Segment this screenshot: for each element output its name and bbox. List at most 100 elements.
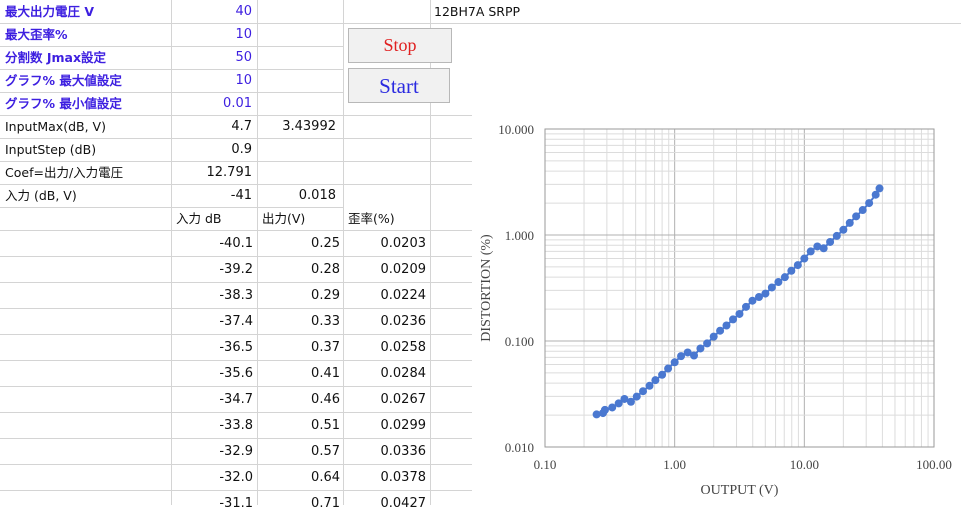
data-point xyxy=(800,254,809,263)
param-value[interactable]: 40 xyxy=(172,1,254,23)
table-cell[interactable]: 0.0267 xyxy=(344,387,427,413)
table-cell[interactable]: 0.0299 xyxy=(344,413,427,439)
table-cell[interactable]: -32.0 xyxy=(172,465,253,491)
data-point xyxy=(722,321,731,330)
chart-title-cell[interactable]: 12BH7A SRPP xyxy=(434,1,520,23)
info-value-secondary[interactable]: 0.018 xyxy=(258,185,338,207)
table-row: -40.1 0.25 0.0203 xyxy=(0,231,473,257)
param-value[interactable]: 50 xyxy=(172,47,254,69)
table-column-header: 歪率(%) xyxy=(348,211,395,226)
info-value-secondary[interactable]: 3.43992 xyxy=(258,116,338,138)
stop-button[interactable]: Stop xyxy=(348,28,452,63)
param-value[interactable]: 0.01 xyxy=(172,93,254,115)
data-point xyxy=(793,261,802,270)
data-point xyxy=(651,376,660,385)
data-point xyxy=(735,309,744,318)
info-label: InputStep (dB) xyxy=(5,142,97,157)
param-label: グラフ% 最大値設定 xyxy=(5,73,122,88)
x-tick-label: 1.00 xyxy=(663,457,686,472)
table-cell[interactable]: -31.1 xyxy=(172,491,253,517)
table-row: -33.8 0.51 0.0299 xyxy=(0,413,473,439)
table-cell[interactable]: 0.28 xyxy=(258,257,340,283)
table-cell[interactable]: -36.5 xyxy=(172,335,253,361)
info-value[interactable]: -41 xyxy=(172,185,254,207)
table-cell[interactable]: -33.8 xyxy=(172,413,253,439)
series-line xyxy=(596,187,881,416)
table-column-header: 入力 dB xyxy=(176,211,222,226)
table-cell[interactable]: -32.9 xyxy=(172,439,253,465)
table-cell[interactable]: -34.7 xyxy=(172,387,253,413)
param-label: グラフ% 最小値設定 xyxy=(5,96,122,111)
data-point xyxy=(845,218,854,227)
table-row: -31.1 0.71 0.0427 xyxy=(0,491,473,517)
table-cell[interactable]: 0.57 xyxy=(258,439,340,465)
data-point xyxy=(600,405,609,414)
table-cell[interactable]: -35.6 xyxy=(172,361,253,387)
data-point xyxy=(767,283,776,292)
data-point xyxy=(709,332,718,341)
table-row: -39.2 0.28 0.0209 xyxy=(0,257,473,283)
y-tick-label: 10.000 xyxy=(498,122,534,137)
table-cell[interactable]: 0.64 xyxy=(258,465,340,491)
data-point xyxy=(658,370,667,379)
param-label: 分割数 Jmax設定 xyxy=(5,50,107,65)
data-point xyxy=(875,184,884,193)
table-cell[interactable]: 0.41 xyxy=(258,361,340,387)
param-value[interactable]: 10 xyxy=(172,24,254,46)
table-cell[interactable]: 0.51 xyxy=(258,413,340,439)
y-axis-label: DISTORTION (%) xyxy=(479,234,494,342)
data-point xyxy=(729,315,738,324)
table-cell[interactable]: -37.4 xyxy=(172,309,253,335)
table-cell[interactable]: -40.1 xyxy=(172,231,253,257)
data-point xyxy=(664,364,673,373)
info-value[interactable]: 0.9 xyxy=(172,139,254,161)
data-point xyxy=(716,326,725,335)
y-tick-label: 0.010 xyxy=(505,440,534,455)
info-label: Coef=出力/入力電圧 xyxy=(5,165,124,180)
info-value[interactable]: 4.7 xyxy=(172,116,254,138)
param-label: 最大出力電圧 V xyxy=(5,4,95,19)
chart-svg: 0.10 1.00 10.00 100.00 0.010 0.100 1.000 10.000… xyxy=(479,122,952,498)
y-tick-label: 1.000 xyxy=(505,228,534,243)
table-cell[interactable]: 0.0427 xyxy=(344,491,427,517)
x-tick-label: 0.10 xyxy=(534,457,557,472)
table-cell[interactable]: 0.0336 xyxy=(344,439,427,465)
grid-hline xyxy=(343,184,473,185)
table-cell[interactable]: 0.29 xyxy=(258,283,340,309)
table-cell[interactable]: 0.0378 xyxy=(344,465,427,491)
data-point xyxy=(852,212,861,221)
data-point xyxy=(826,237,835,246)
table-cell[interactable]: 0.71 xyxy=(258,491,340,517)
table-cell[interactable]: 0.37 xyxy=(258,335,340,361)
table-cell[interactable]: -39.2 xyxy=(172,257,253,283)
table-cell[interactable]: 0.25 xyxy=(258,231,340,257)
grid-hline xyxy=(343,138,473,139)
table-cell[interactable]: 0.0203 xyxy=(344,231,427,257)
table-cell[interactable]: 0.0258 xyxy=(344,335,427,361)
table-cell[interactable]: 0.46 xyxy=(258,387,340,413)
distortion-chart: 0.10 1.00 10.00 100.00 0.010 0.100 1.000 10.000… xyxy=(472,50,961,505)
data-point xyxy=(839,225,848,234)
table-cell[interactable]: 0.33 xyxy=(258,309,340,335)
table-cell[interactable]: 0.0224 xyxy=(344,283,427,309)
grid-hline xyxy=(343,161,473,162)
data-point xyxy=(780,273,789,282)
data-point xyxy=(632,392,641,401)
table-cell[interactable]: 0.0284 xyxy=(344,361,427,387)
table-cell[interactable]: 0.0209 xyxy=(344,257,427,283)
data-point xyxy=(639,387,648,396)
data-point xyxy=(858,206,867,215)
start-button[interactable]: Start xyxy=(348,68,450,103)
table-cell[interactable]: -38.3 xyxy=(172,283,253,309)
x-tick-label: 100.00 xyxy=(916,457,952,472)
info-value[interactable]: 12.791 xyxy=(172,162,254,184)
x-axis-label: OUTPUT (V) xyxy=(701,483,779,498)
table-column-header: 出力(V) xyxy=(262,211,306,226)
data-point xyxy=(819,244,828,253)
param-value[interactable]: 10 xyxy=(172,70,254,92)
x-tick-label: 10.00 xyxy=(790,457,819,472)
table-cell[interactable]: 0.0236 xyxy=(344,309,427,335)
grid-hline xyxy=(343,115,473,116)
data-point xyxy=(742,302,751,311)
param-label: 最大歪率% xyxy=(5,27,68,42)
